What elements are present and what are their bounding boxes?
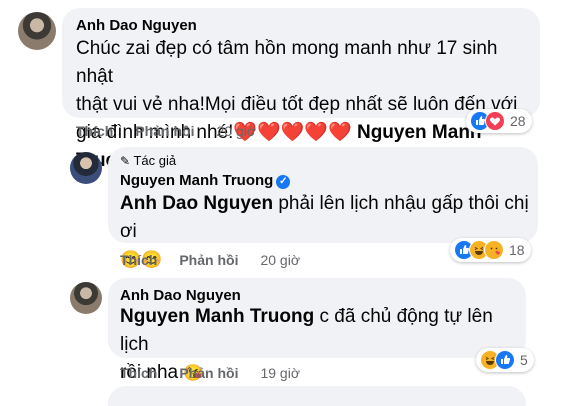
- reaction-count: 5: [520, 352, 528, 368]
- reply-button[interactable]: Phản hồi: [179, 365, 238, 381]
- next-comment-bubble: [108, 386, 526, 406]
- comment-actions: Thích Phản hồi 19 giờ: [120, 365, 322, 381]
- heart-icon: [485, 111, 505, 131]
- like-button[interactable]: Thích: [120, 365, 157, 381]
- comment-author[interactable]: Anh Dao Nguyen: [120, 287, 241, 304]
- check-badge-icon: ✓: [276, 175, 291, 189]
- mention-link[interactable]: Anh Dao Nguyen: [120, 193, 273, 214]
- reaction-summary[interactable]: 28: [466, 109, 532, 133]
- like-button[interactable]: Thích: [120, 252, 157, 268]
- comment-actions: Thích Phản hồi 20 giờ: [120, 252, 322, 268]
- author-tag: ✎ Tác giả: [120, 153, 176, 168]
- like-button[interactable]: Thích: [76, 123, 113, 139]
- reply-button[interactable]: Phản hồi: [135, 123, 194, 139]
- comment-text-line: Chúc zai đẹp có tâm hồn mong manh như 17…: [76, 38, 498, 87]
- comment-actions: Thích Phản hồi 20 giờ: [76, 123, 278, 139]
- reaction-summary[interactable]: 18: [450, 238, 531, 262]
- comment-author[interactable]: Anh Dao Nguyen: [76, 17, 197, 34]
- reply-button[interactable]: Phản hồi: [179, 252, 238, 268]
- timestamp[interactable]: 20 giờ: [216, 123, 256, 139]
- mention-link[interactable]: Nguyen Manh Truong: [120, 306, 314, 327]
- comment-author[interactable]: Nguyen Manh Truong ✓: [120, 172, 291, 189]
- like-icon: [495, 350, 515, 370]
- author-name[interactable]: Nguyen Manh Truong: [120, 172, 273, 189]
- avatar[interactable]: [70, 152, 102, 184]
- timestamp[interactable]: 19 giờ: [260, 365, 300, 381]
- reaction-count: 28: [510, 113, 526, 129]
- care-icon: [484, 240, 504, 260]
- comment-text-line: Nguyen Manh Truong c đã chủ động tự lên …: [120, 303, 520, 359]
- avatar[interactable]: [18, 12, 56, 50]
- reaction-summary[interactable]: 5: [476, 348, 534, 372]
- timestamp[interactable]: 20 giờ: [260, 252, 300, 268]
- author-tag-label: Tác giả: [133, 153, 177, 168]
- pen-icon: ✎: [120, 154, 131, 168]
- avatar[interactable]: [70, 282, 102, 314]
- reaction-count: 18: [509, 242, 525, 258]
